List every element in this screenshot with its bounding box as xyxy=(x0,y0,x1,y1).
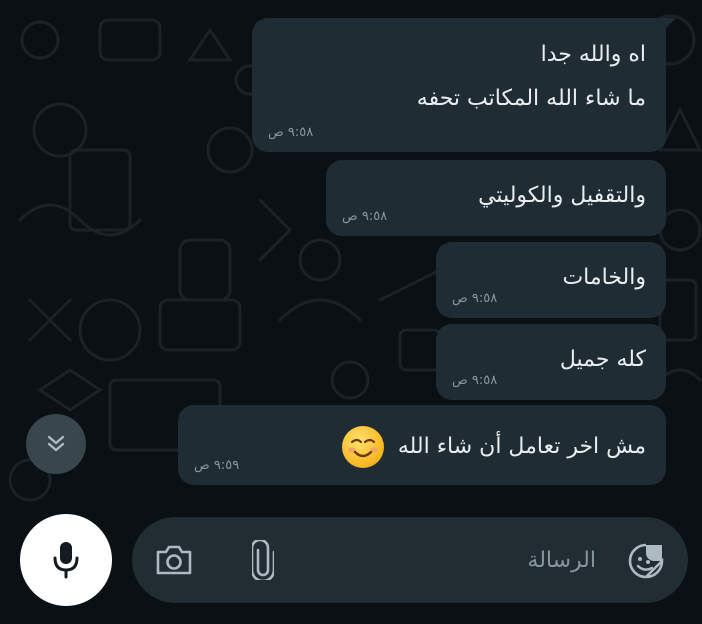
message-text: مش اخر تعامل أن شاء الله xyxy=(198,426,646,468)
sticker-button[interactable] xyxy=(624,539,668,583)
bubble-tail xyxy=(662,18,676,32)
message-time: ٩:٥٨ ص xyxy=(268,125,314,140)
message-time: ٩:٥٨ ص xyxy=(452,291,498,306)
paperclip-icon xyxy=(252,540,274,580)
message-time: ٩:٥٨ ص xyxy=(452,373,498,388)
message-input[interactable] xyxy=(394,539,598,581)
message-bubble: اه والله جدا ما شاء الله المكاتب تحفه ٩:… xyxy=(252,18,676,152)
message-list[interactable]: اه والله جدا ما شاء الله المكاتب تحفه ٩:… xyxy=(0,0,702,510)
smiling-face-icon xyxy=(341,426,384,468)
message-text: كله جميل xyxy=(559,347,646,372)
camera-icon xyxy=(156,545,192,575)
message-text: والتقفيل والكوليتي xyxy=(478,183,646,208)
message-bubble: والخامات ٩:٥٨ ص xyxy=(436,242,666,318)
message-time: ٩:٥٩ ص xyxy=(194,458,240,473)
sticker-icon xyxy=(628,543,664,579)
message-text: والخامات xyxy=(562,265,646,290)
message-bubble: كله جميل ٩:٥٨ ص xyxy=(436,324,666,400)
voice-record-button[interactable] xyxy=(20,514,112,606)
message-text-content: مش اخر تعامل أن شاء الله xyxy=(397,434,646,459)
camera-button[interactable] xyxy=(152,540,196,580)
attach-button[interactable] xyxy=(248,539,278,581)
message-text: ما شاء الله المكاتب تحفه xyxy=(416,86,646,111)
double-chevron-down-icon xyxy=(47,435,65,452)
scroll-to-bottom-button[interactable] xyxy=(26,414,86,474)
message-composer xyxy=(132,517,688,603)
message-bubble: مش اخر تعامل أن شاء الله ٩:٥٩ ص xyxy=(178,405,666,485)
microphone-icon xyxy=(53,542,79,579)
message-time: ٩:٥٨ ص xyxy=(342,209,388,224)
message-bubble: والتقفيل والكوليتي ٩:٥٨ ص xyxy=(326,160,666,236)
message-text: اه والله جدا xyxy=(540,42,646,67)
